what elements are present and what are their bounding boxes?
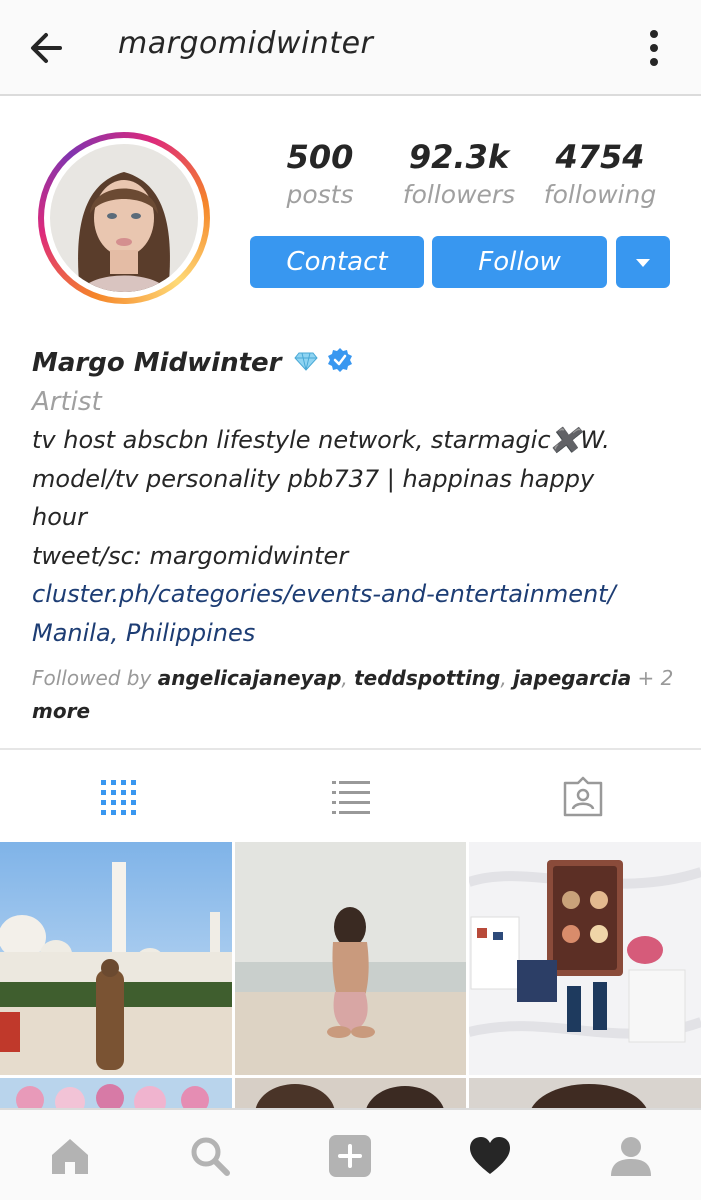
story-ring[interactable] xyxy=(38,132,210,304)
caret-down-icon xyxy=(636,259,650,267)
suggestions-dropdown-button[interactable] xyxy=(616,236,670,288)
activity-nav-button[interactable] xyxy=(468,1134,512,1178)
back-arrow-icon[interactable] xyxy=(26,26,66,70)
post-thumbnail[interactable] xyxy=(0,1078,232,1108)
followed-by-more[interactable]: more xyxy=(32,699,90,723)
follow-button[interactable]: Follow xyxy=(432,236,607,288)
post-thumbnail[interactable] xyxy=(235,1078,466,1108)
profile-nav-button[interactable] xyxy=(609,1134,653,1178)
bio-line: model/tv personality pbb737 | happinas h… xyxy=(32,464,595,493)
posts-stat[interactable]: 500 posts xyxy=(250,138,390,209)
following-label: following xyxy=(543,180,657,209)
post-thumbnail[interactable] xyxy=(0,842,232,1075)
grid-icon xyxy=(101,780,136,815)
post-thumbnail[interactable] xyxy=(469,1078,701,1108)
list-icon xyxy=(332,781,370,814)
following-stat[interactable]: 4754 following xyxy=(530,138,670,209)
heart-icon xyxy=(470,1137,510,1174)
contact-button[interactable]: Contact xyxy=(250,236,424,288)
follower-username[interactable]: teddspotting xyxy=(354,666,500,690)
bottom-navigation xyxy=(0,1108,701,1200)
search-icon xyxy=(191,1137,230,1176)
profile-tabs xyxy=(0,750,701,842)
profile-icon xyxy=(611,1137,651,1176)
new-post-nav-button[interactable] xyxy=(328,1134,372,1178)
post-thumbnail[interactable] xyxy=(469,842,701,1075)
profile-category: Artist xyxy=(32,387,102,417)
home-icon xyxy=(52,1139,88,1174)
add-post-icon xyxy=(329,1135,371,1177)
posts-label: posts xyxy=(286,180,354,209)
diamond-emoji-icon xyxy=(293,351,318,375)
tab-list-view[interactable] xyxy=(330,776,372,818)
bio-line: tweet/sc: margomidwinter xyxy=(32,541,349,570)
top-bar: margomidwinter xyxy=(0,0,701,96)
bio-line: tv host abscbn lifestyle network, starma… xyxy=(32,426,610,454)
tagged-person-icon xyxy=(563,776,603,817)
posts-count: 500 xyxy=(286,138,354,176)
bio-line: hour xyxy=(32,503,87,531)
avatar xyxy=(50,144,198,292)
followed-by[interactable]: Followed by angelicajaneyap, teddspottin… xyxy=(32,662,682,728)
location-link[interactable]: Manila, Philippines xyxy=(32,614,682,653)
followers-stat[interactable]: 92.3k followers xyxy=(389,138,529,209)
more-options-icon[interactable] xyxy=(638,26,670,70)
search-nav-button[interactable] xyxy=(188,1134,232,1178)
follower-username[interactable]: angelicajaneyap xyxy=(158,666,342,690)
tab-tagged[interactable] xyxy=(562,776,604,818)
following-count: 4754 xyxy=(555,138,645,176)
display-name: Margo Midwinter xyxy=(32,348,282,378)
verified-badge-icon xyxy=(326,347,354,379)
followers-label: followers xyxy=(402,180,516,209)
follower-username[interactable]: japegarcia xyxy=(513,666,631,690)
website-link[interactable]: cluster.ph/categories/events-and-enterta… xyxy=(32,575,682,614)
post-thumbnail[interactable] xyxy=(235,842,466,1075)
followers-count: 92.3k xyxy=(408,138,510,176)
tab-grid-view[interactable] xyxy=(97,776,139,818)
profile-stats: 500 posts 92.3k followers 4754 following xyxy=(250,138,670,222)
profile-bio: Margo Midwinter Artist tv host abscbn li… xyxy=(32,343,682,728)
posts-grid xyxy=(0,842,701,1108)
profile-username-title: margomidwinter xyxy=(118,26,374,61)
home-nav-button[interactable] xyxy=(48,1134,92,1178)
